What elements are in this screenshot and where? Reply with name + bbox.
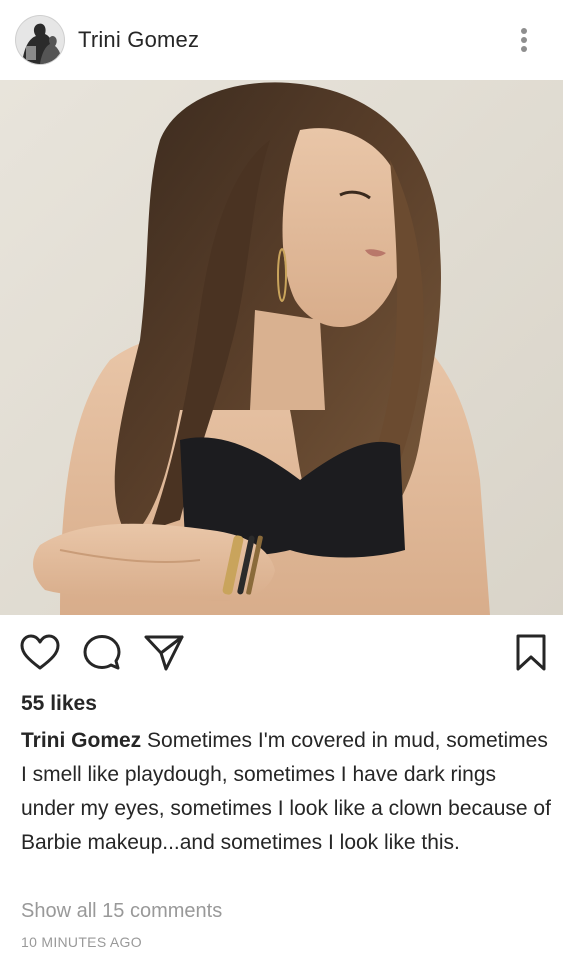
avatar-image	[16, 16, 64, 64]
post-timestamp: 10 MINUTES AGO	[21, 934, 142, 950]
post-image	[0, 80, 563, 615]
post-caption: Trini Gomez Sometimes I'm covered in mud…	[21, 724, 551, 860]
post-actions-bar	[0, 615, 563, 690]
post-photo[interactable]	[0, 80, 563, 615]
bookmark-icon	[516, 634, 546, 671]
comment-button[interactable]	[80, 631, 124, 675]
view-all-comments-link[interactable]: Show all 15 comments	[21, 900, 222, 923]
caption-username[interactable]: Trini Gomez	[21, 729, 141, 752]
paper-plane-icon	[144, 635, 184, 671]
heart-icon	[20, 634, 60, 670]
post-author-username[interactable]: Trini Gomez	[78, 27, 199, 53]
comment-bubble-icon	[83, 635, 121, 670]
post-header: Trini Gomez	[0, 0, 563, 80]
more-vertical-icon	[521, 28, 527, 52]
share-button[interactable]	[142, 631, 186, 675]
like-button[interactable]	[18, 631, 62, 675]
save-button[interactable]	[509, 631, 553, 675]
more-options-button[interactable]	[508, 24, 540, 56]
likes-count[interactable]: 55 likes	[21, 692, 97, 716]
avatar[interactable]	[16, 16, 64, 64]
